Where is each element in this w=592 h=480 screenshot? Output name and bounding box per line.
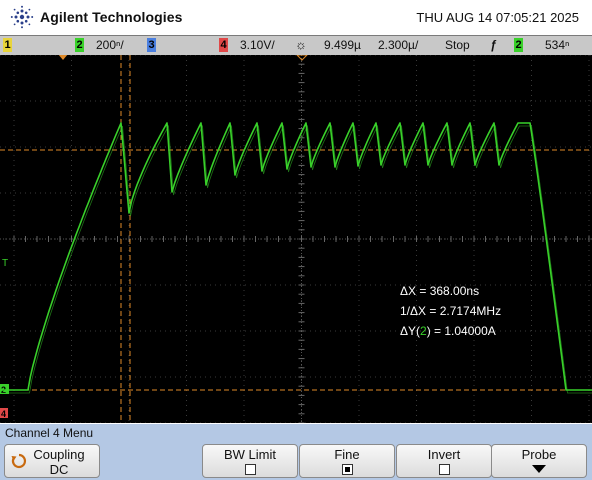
channel-1-indicator[interactable]: 1	[3, 38, 12, 52]
waveform-display[interactable]: T 2 4 ΔX = 368.00ns 1/ΔX = 2.7174MHz ΔY(…	[0, 55, 592, 423]
channel-4-scale: 3.10V/	[240, 38, 275, 52]
probe-softkey[interactable]: Probe	[491, 444, 587, 478]
invert-label: Invert	[427, 447, 461, 462]
title-bar: Agilent Technologies THU AUG 14 07:05:21…	[0, 0, 592, 34]
bw-limit-label: BW Limit	[224, 447, 276, 462]
agilent-logo-icon	[10, 5, 34, 29]
menu-title-bar: Channel 4 Menu	[0, 424, 592, 442]
softkey-bar: Coupling DC BW Limit Fine Invert Probe	[0, 442, 592, 480]
waveform-graticule: T 2 4	[0, 55, 592, 423]
trigger-edge-icon: ƒ	[490, 38, 497, 52]
timebase-delay: 9.499µ	[324, 38, 361, 52]
trigger-position-marker-icon	[58, 55, 68, 60]
delta-y-readout: ΔY(2) = 1.04000A	[400, 324, 496, 338]
trigger-level-marker: T	[2, 258, 8, 269]
brand-name: Agilent Technologies	[40, 9, 183, 25]
ch4-ground-marker: 4	[1, 409, 6, 419]
coupling-label: Coupling	[33, 447, 85, 462]
timebase-icon: ☼	[295, 37, 307, 52]
fine-checkbox[interactable]	[341, 464, 353, 475]
invert-checkbox[interactable]	[438, 464, 450, 475]
bw-limit-softkey[interactable]: BW Limit	[202, 444, 298, 478]
inverse-delta-x-readout: 1/ΔX = 2.7174MHz	[400, 304, 502, 318]
channel-2-trace-ghost	[1, 124, 592, 394]
delta-x-readout: ΔX = 368.00ns	[400, 284, 480, 298]
coupling-softkey[interactable]: Coupling DC	[4, 444, 100, 478]
fine-softkey[interactable]: Fine	[299, 444, 395, 478]
invert-softkey[interactable]: Invert	[396, 444, 492, 478]
cursor-measurements: ΔX = 368.00ns 1/ΔX = 2.7174MHz ΔY(2) = 1…	[400, 281, 501, 341]
trigger-source: 2	[514, 38, 523, 52]
channel-3-indicator[interactable]: 3	[147, 38, 156, 52]
rotate-knob-icon	[11, 453, 27, 469]
trigger-level: 534ⁿ	[545, 38, 570, 52]
bw-limit-checkbox[interactable]	[244, 464, 256, 475]
channel-2-indicator[interactable]: 2	[75, 38, 84, 52]
submenu-arrow-icon	[532, 465, 546, 473]
fine-label: Fine	[334, 447, 360, 462]
run-state: Stop	[445, 38, 470, 52]
graticule-grid	[0, 55, 592, 423]
status-bar: 1 2 200ⁿ/ 3 4 3.10V/ ☼ 9.499µ 2.300µ/ St…	[0, 35, 592, 56]
coupling-value: DC	[49, 462, 69, 477]
menu-title: Channel 4 Menu	[5, 426, 94, 440]
channel-4-indicator[interactable]: 4	[219, 38, 228, 52]
channel-2-trace	[0, 122, 592, 391]
date-time: THU AUG 14 07:05:21 2025	[416, 10, 579, 25]
probe-label: Probe	[521, 447, 557, 462]
timebase-scale: 2.300µ/	[378, 38, 419, 52]
channel-2-scale: 200ⁿ/	[96, 38, 124, 52]
